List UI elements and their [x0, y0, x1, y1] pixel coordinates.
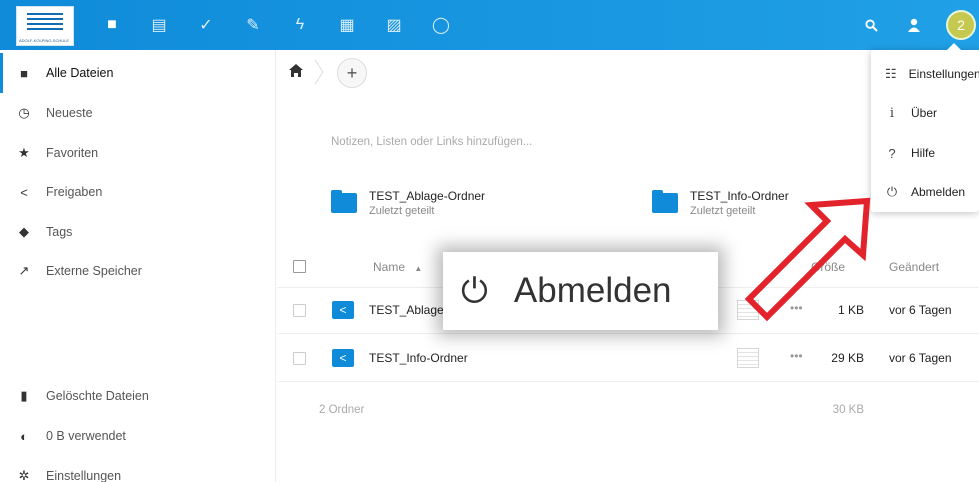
menu-item-label: Über [911, 106, 938, 120]
sidebar-item-label: Favoriten [46, 146, 99, 160]
breadcrumb-separator [313, 58, 327, 86]
summary-count: 2 Ordner [319, 404, 365, 416]
shared-folder-icon: < [332, 301, 354, 319]
user-menu: ☷ Einstellungen i Über ? Hilfe ⏻ Abmelde… [871, 43, 979, 212]
sidebar-item-label: Einstellungen [46, 469, 122, 482]
sidebar-item-tags[interactable]: ◆ Tags [0, 212, 276, 252]
gear-icon: ✲ [18, 468, 30, 482]
menu-item-label: Abmelden [911, 185, 966, 199]
external-icon: ↗ [18, 263, 30, 278]
recent-item[interactable]: TEST_Ablage-Ordner Zuletzt geteilt [331, 186, 485, 220]
talk-icon[interactable]: ◯ [429, 13, 453, 37]
shared-folder-icon: < [332, 349, 354, 367]
quota-icon: ◐ [20, 428, 28, 444]
callout-label: Abmelden [513, 271, 672, 310]
column-header-name[interactable]: Name ▲ [373, 260, 422, 274]
sidebar-item-label: Externe Speicher [46, 264, 142, 278]
sidebar-item-label: Neueste [46, 106, 93, 120]
menu-item-ueber[interactable]: i Über [871, 93, 979, 133]
star-icon: ★ [18, 145, 30, 160]
menu-item-label: Einstellungen [908, 67, 979, 81]
logo-caption: ADOLF-KOLPING-SCHULE [19, 38, 70, 43]
sidebar-item-label: Gelöschte Dateien [46, 389, 149, 403]
select-all-checkbox[interactable] [293, 260, 306, 273]
sidebar-item-externe-speicher[interactable]: ↗ Externe Speicher [0, 251, 276, 291]
menu-item-label: Hilfe [911, 146, 936, 160]
share-icon: < [20, 184, 28, 200]
sidebar-item-label: Freigaben [46, 185, 103, 199]
sort-ascending-icon: ▲ [414, 264, 423, 273]
table-row[interactable]: < TEST_Info-Ordner ••• 29 KB vor 6 Tagen [277, 336, 979, 382]
menu-item-hilfe[interactable]: ? Hilfe [871, 133, 979, 173]
menu-item-einstellungen[interactable]: ☷ Einstellungen [871, 54, 979, 94]
search-icon[interactable] [859, 13, 883, 37]
column-header-modified[interactable]: Geändert [889, 260, 939, 274]
row-modified: vor 6 Tagen [889, 351, 952, 365]
top-header: ADOLF-KOLPING-SCHULE ■ ▤ ✓ ✎ ϟ ▦ ▨ ◯ 2 [0, 0, 979, 50]
row-size: 29 KB [831, 351, 864, 365]
row-modified: vor 6 Tagen [889, 303, 952, 317]
sidebar-item-label: Alle Dateien [46, 66, 114, 80]
tag-icon: ◆ [19, 224, 29, 239]
document-icon [737, 348, 759, 368]
sidebar-item-favoriten[interactable]: ★ Favoriten [0, 133, 276, 173]
annotation-arrow [745, 197, 871, 322]
clock-icon: ◷ [18, 105, 30, 120]
files-icon[interactable]: ■ [100, 13, 124, 37]
logo-mark [27, 13, 63, 35]
sidebar-item-label: 0 B verwendet [46, 429, 126, 443]
sidebar-item-geloeschte-dateien[interactable]: ▮ Gelöschte Dateien [0, 376, 276, 416]
menu-item-abmelden[interactable]: ⏻ Abmelden [871, 172, 979, 212]
sidebar-item-label: Tags [46, 225, 73, 239]
notes-icon[interactable]: ✎ [241, 13, 265, 37]
contacts-icon[interactable] [902, 13, 926, 37]
sidebar-item-einstellungen[interactable]: ✲ Einstellungen [0, 456, 276, 482]
notes-placeholder[interactable]: Notizen, Listen oder Links hinzufügen... [331, 136, 532, 148]
deck-icon[interactable]: ▤ [147, 13, 171, 37]
trash-icon: ▮ [20, 388, 28, 403]
summary-size: 30 KB [832, 404, 864, 416]
folder-icon [331, 190, 357, 213]
sidebar-item-alle-dateien[interactable]: ■ Alle Dateien [0, 53, 276, 93]
home-icon[interactable] [289, 64, 303, 80]
folder-icon [652, 190, 678, 213]
power-icon: ⏻ [886, 184, 898, 199]
activity-icon[interactable]: ϟ [288, 13, 312, 37]
table-summary: 2 Ordner 30 KB [277, 390, 979, 430]
row-checkbox[interactable] [293, 352, 306, 365]
folder-icon: ■ [20, 65, 28, 81]
calendar-icon[interactable]: ▦ [335, 13, 359, 37]
sidebar-item-neueste[interactable]: ◷ Neueste [0, 93, 276, 133]
recent-item-name: TEST_Ablage-Ordner [369, 189, 486, 203]
row-checkbox[interactable] [293, 304, 306, 317]
settings-list-icon: ☷ [885, 66, 897, 81]
recent-item-subtitle: Zuletzt geteilt [369, 205, 435, 217]
sidebar-item-quota: ◐ 0 B verwendet [0, 416, 276, 456]
row-name[interactable]: TEST_Info-Ordner [369, 351, 468, 365]
more-options-icon[interactable]: ••• [790, 349, 803, 363]
column-header-label: Name [373, 260, 406, 274]
zoom-callout: ⏻ Abmelden [443, 252, 718, 330]
user-avatar[interactable]: 2 [946, 10, 976, 40]
add-new-button[interactable]: + [337, 58, 367, 88]
sidebar-item-freigaben[interactable]: < Freigaben [0, 172, 276, 212]
power-icon: ⏻ [461, 271, 488, 311]
gallery-icon[interactable]: ▨ [382, 13, 406, 37]
help-icon: ? [888, 145, 896, 161]
info-icon: i [889, 105, 895, 121]
school-logo[interactable]: ADOLF-KOLPING-SCHULE [16, 6, 74, 46]
sidebar: ■ Alle Dateien ◷ Neueste ★ Favoriten < F… [0, 50, 276, 482]
tasks-icon[interactable]: ✓ [194, 13, 218, 37]
